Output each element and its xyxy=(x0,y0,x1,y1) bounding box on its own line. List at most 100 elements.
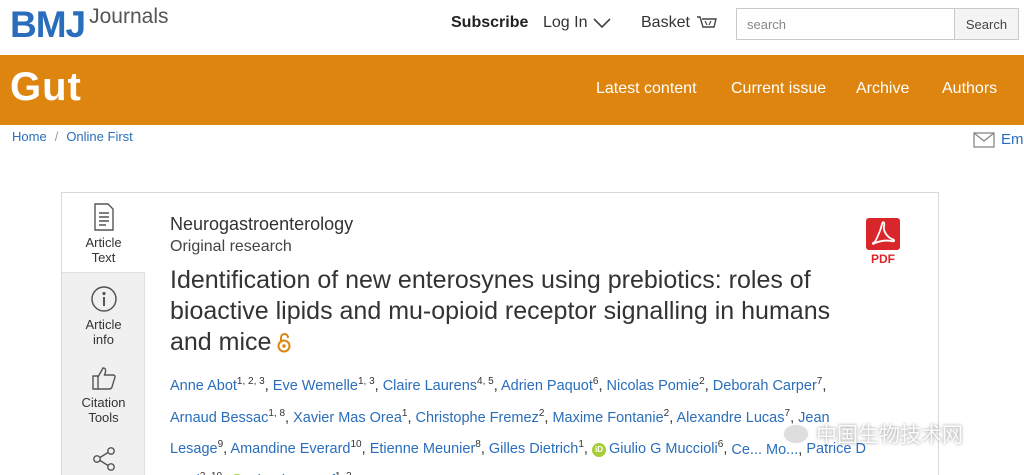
author-separator: , xyxy=(598,377,607,394)
author-separator: , xyxy=(407,409,416,426)
breadcrumb-online-first[interactable]: Online First xyxy=(66,129,132,144)
info-icon xyxy=(90,286,117,312)
author-affiliation: 1, 2, 3 xyxy=(236,376,265,387)
author-name[interactable]: Etienne Meunier xyxy=(370,441,476,457)
chevron-down-icon xyxy=(593,18,612,29)
author-item: Amandine Everard10, xyxy=(230,439,370,458)
author-name[interactable]: Adrien Paquot xyxy=(501,378,593,394)
author-separator: , xyxy=(480,441,489,458)
wechat-logo-icon xyxy=(782,423,810,445)
search-bar: Search xyxy=(736,8,1019,40)
article-type: Original research xyxy=(170,238,292,255)
author-name[interactable]: Eve Wemelle xyxy=(273,378,358,394)
author-separator: , xyxy=(583,441,592,458)
author-item: Eve Wemelle1, 3, xyxy=(273,376,383,394)
email-link-label: Em xyxy=(1001,131,1024,148)
author-item: Maxime Fontanie2, xyxy=(552,408,676,426)
author-item: Claire Laurens4, 5, xyxy=(383,376,501,394)
author-list: Anne Abot1, 2, 3, Eve Wemelle1, 3, Clair… xyxy=(170,368,870,475)
author-name[interactable]: Deborah Carper xyxy=(713,378,817,394)
tab-article-text-line1: Article xyxy=(85,235,122,250)
pdf-download-button[interactable]: PDF xyxy=(866,218,900,266)
author-separator: , xyxy=(374,377,383,394)
author-affiliation: 1, 8 xyxy=(268,407,286,419)
tab-article-text[interactable]: Article Text xyxy=(62,193,146,273)
search-input[interactable] xyxy=(737,9,954,39)
author-separator: , xyxy=(285,409,294,426)
author-item: Adrien Paquot6, xyxy=(501,376,607,394)
nav-authors[interactable]: Authors xyxy=(942,80,997,98)
thumbs-up-icon xyxy=(91,367,116,390)
login-label: Log In xyxy=(543,14,588,31)
author-name[interactable]: Xavier Mas Orea xyxy=(293,410,402,426)
watermark-text: 中国生物技术网 xyxy=(816,424,963,447)
bmj-logo-mark: BMJ xyxy=(10,4,86,45)
breadcrumb: Home / Online First xyxy=(12,129,133,144)
journal-title[interactable]: Gut xyxy=(10,65,82,110)
tab-article-info-line1: Article xyxy=(85,317,122,332)
article-section[interactable]: Neurogastroenterology xyxy=(170,213,910,235)
basket-label: Basket xyxy=(641,14,690,31)
nav-archive[interactable]: Archive xyxy=(856,80,909,98)
author-name[interactable]: Nicolas Pomie xyxy=(607,378,700,394)
author-affiliation: 10 xyxy=(350,439,362,451)
share-icon xyxy=(92,447,115,471)
author-name[interactable]: Alexandre Lucas xyxy=(676,410,784,426)
tab-citation-tools-line2: Tools xyxy=(88,410,119,425)
author-separator: , xyxy=(361,441,370,458)
bmj-logo-subtitle: Journals xyxy=(89,5,169,28)
author-name[interactable]: Giulio G Muccioli xyxy=(609,441,718,457)
email-alert-link[interactable]: Em xyxy=(973,131,1024,148)
article-title-text: Identification of new enterosynes using … xyxy=(170,266,831,356)
nav-current-issue[interactable]: Current issue xyxy=(731,80,826,98)
journal-nav-bar: Gut Latest content Current issue Archive… xyxy=(0,55,1024,125)
subscribe-link[interactable]: Subscribe xyxy=(451,14,528,32)
tab-article-info[interactable]: Article info xyxy=(62,285,145,347)
author-name[interactable]: Maxime Fontanie xyxy=(552,410,663,426)
tab-share[interactable] xyxy=(62,446,145,475)
author-item: Christophe Fremez2, xyxy=(416,408,553,426)
article-title: Identification of new enterosynes using … xyxy=(170,265,850,358)
author-item: Deborah Carper7, xyxy=(713,376,827,394)
author-item: iD Giulio G Muccioli6, xyxy=(591,440,731,457)
author-item: Xavier Mas Orea1, xyxy=(293,408,416,426)
author-name[interactable]: Amandine Everard xyxy=(230,441,350,457)
author-separator: , xyxy=(264,377,273,394)
tab-citation-tools[interactable]: Citation Tools xyxy=(62,365,145,425)
author-item: Alexandre Lucas7, xyxy=(676,408,798,426)
tab-article-text-line2: Text xyxy=(91,250,116,265)
pdf-icon xyxy=(866,218,900,250)
search-button[interactable]: Search xyxy=(954,9,1018,39)
article-side-tabs: Article Text Article info Citation Tools xyxy=(62,193,146,475)
author-separator: , xyxy=(493,377,501,394)
breadcrumb-home[interactable]: Home xyxy=(12,129,47,144)
author-affiliation: 1, 3 xyxy=(357,376,375,387)
author-separator: , xyxy=(704,377,713,394)
author-name[interactable]: Christophe Fremez xyxy=(416,410,539,426)
author-item: Gilles Dietrich1, xyxy=(489,440,592,458)
author-name[interactable]: Gilles Dietrich xyxy=(489,441,578,457)
nav-latest-content[interactable]: Latest content xyxy=(596,80,697,98)
pdf-label: PDF xyxy=(871,252,895,266)
basket-icon xyxy=(696,16,717,28)
author-name[interactable]: Claire Laurens xyxy=(383,378,477,394)
tab-article-info-line2: info xyxy=(93,332,114,347)
author-name[interactable]: Arnaud Bessac xyxy=(170,410,268,426)
subscribe-label: Subscribe xyxy=(451,14,529,31)
login-menu[interactable]: Log In xyxy=(543,14,612,32)
author-separator: , xyxy=(822,377,827,394)
wechat-watermark: 中国生物技术网 xyxy=(782,419,963,449)
tab-citation-tools-line1: Citation xyxy=(81,395,126,410)
basket-link[interactable]: Basket xyxy=(641,14,718,32)
open-access-icon xyxy=(277,333,291,353)
bmj-journals-logo[interactable]: BMJ Journals xyxy=(10,4,169,46)
author-item: Nicolas Pomie2, xyxy=(607,376,713,394)
envelope-icon xyxy=(973,131,995,148)
breadcrumb-separator: / xyxy=(54,129,59,144)
document-icon xyxy=(93,203,114,231)
orcid-icon[interactable]: iD xyxy=(591,442,606,457)
author-affiliation: 3, 10 xyxy=(200,471,222,475)
author-item: Arnaud Bessac1, 8, xyxy=(170,407,294,426)
top-header: BMJ Journals Subscribe Log In Basket Sea… xyxy=(0,0,1024,55)
author-name[interactable]: Anne Abot xyxy=(170,378,237,394)
